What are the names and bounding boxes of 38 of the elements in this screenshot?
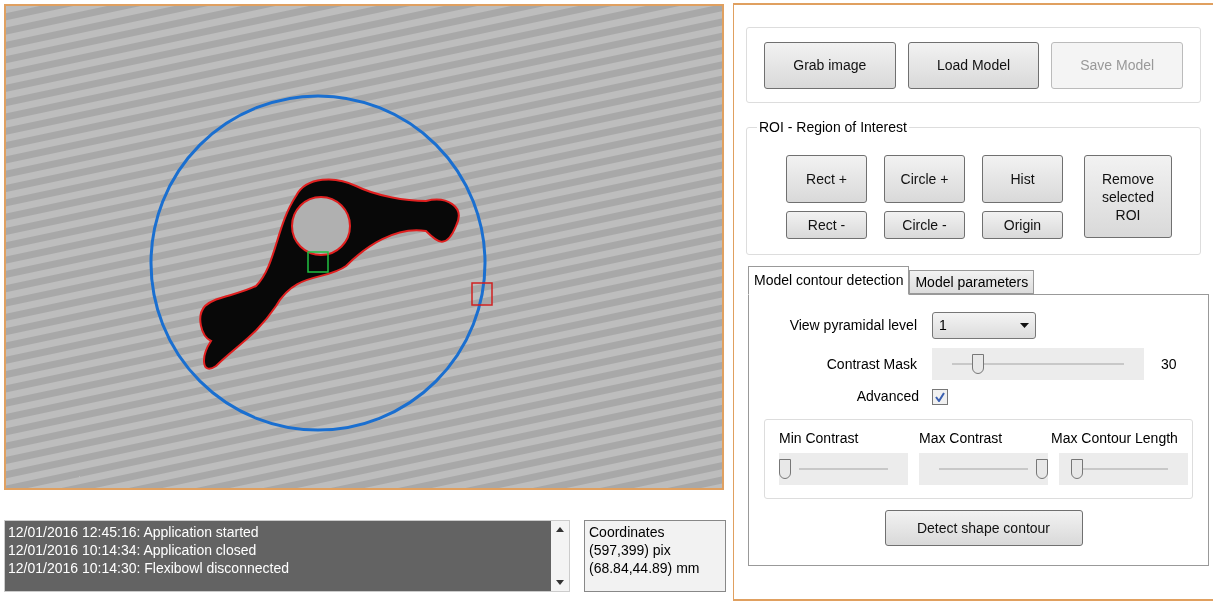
slider-thumb[interactable] (779, 459, 791, 479)
tab[interactable]: Model contour detection (748, 266, 910, 295)
slider-thumb[interactable] (1036, 459, 1048, 479)
pyramid-label: View pyramidal level (788, 316, 917, 335)
checkmark-icon (935, 391, 945, 402)
roi-add-button[interactable]: Circle + (884, 155, 965, 203)
slider-thumb[interactable] (972, 354, 984, 374)
roi-add-button[interactable]: Rect + (786, 155, 867, 203)
advanced-checkbox[interactable] (932, 388, 948, 405)
slider-label: Min Contrast (779, 429, 860, 448)
contrast-mask-value: 30 (1161, 354, 1177, 374)
coordinates-title: Coordinates (589, 523, 666, 541)
dropdown-caret-icon (1020, 323, 1029, 328)
tab[interactable]: Model parameters (909, 270, 1035, 294)
detect-contour-button[interactable]: Detect shape contour (884, 510, 1083, 546)
roi-add-button[interactable]: Hist (982, 155, 1063, 203)
advanced-label: Advanced (855, 387, 919, 406)
scroll-up-icon[interactable] (556, 527, 564, 532)
mm-coordinates: (68.84,44.89) mm (589, 559, 701, 577)
pyramid-value: 1 (939, 316, 947, 335)
model-button[interactable]: Load Model (907, 41, 1040, 89)
log-entry: 12/01/2016 12:45:16: Application started (8, 523, 260, 541)
remove-roi-button[interactable]: Remove selected ROI (1084, 155, 1172, 238)
roi-sub-button[interactable]: Origin (982, 211, 1063, 239)
slider-label: Max Contour Length (1051, 429, 1179, 448)
roi-group-title: ROI - Region of Interest (757, 118, 909, 136)
contrast-mask-label: Contrast Mask (825, 354, 917, 374)
scroll-down-icon[interactable] (556, 580, 564, 585)
model-button[interactable]: Grab image (764, 41, 896, 89)
scrollbar[interactable] (551, 521, 569, 591)
log-entry: 12/01/2016 10:14:30: Flexibowl disconnected (8, 559, 290, 577)
pyramid-select[interactable]: 1 (932, 312, 1036, 339)
log-entry: 12/01/2016 10:14:34: Application closed (8, 541, 258, 559)
slider-label: Max Contrast (919, 429, 1004, 448)
pixel-coordinates: (597,399) pix (589, 541, 672, 559)
roi-sub-button[interactable]: Rect - (786, 211, 867, 239)
slider-thumb[interactable] (1070, 459, 1083, 479)
roi-sub-button[interactable]: Circle - (884, 211, 965, 239)
